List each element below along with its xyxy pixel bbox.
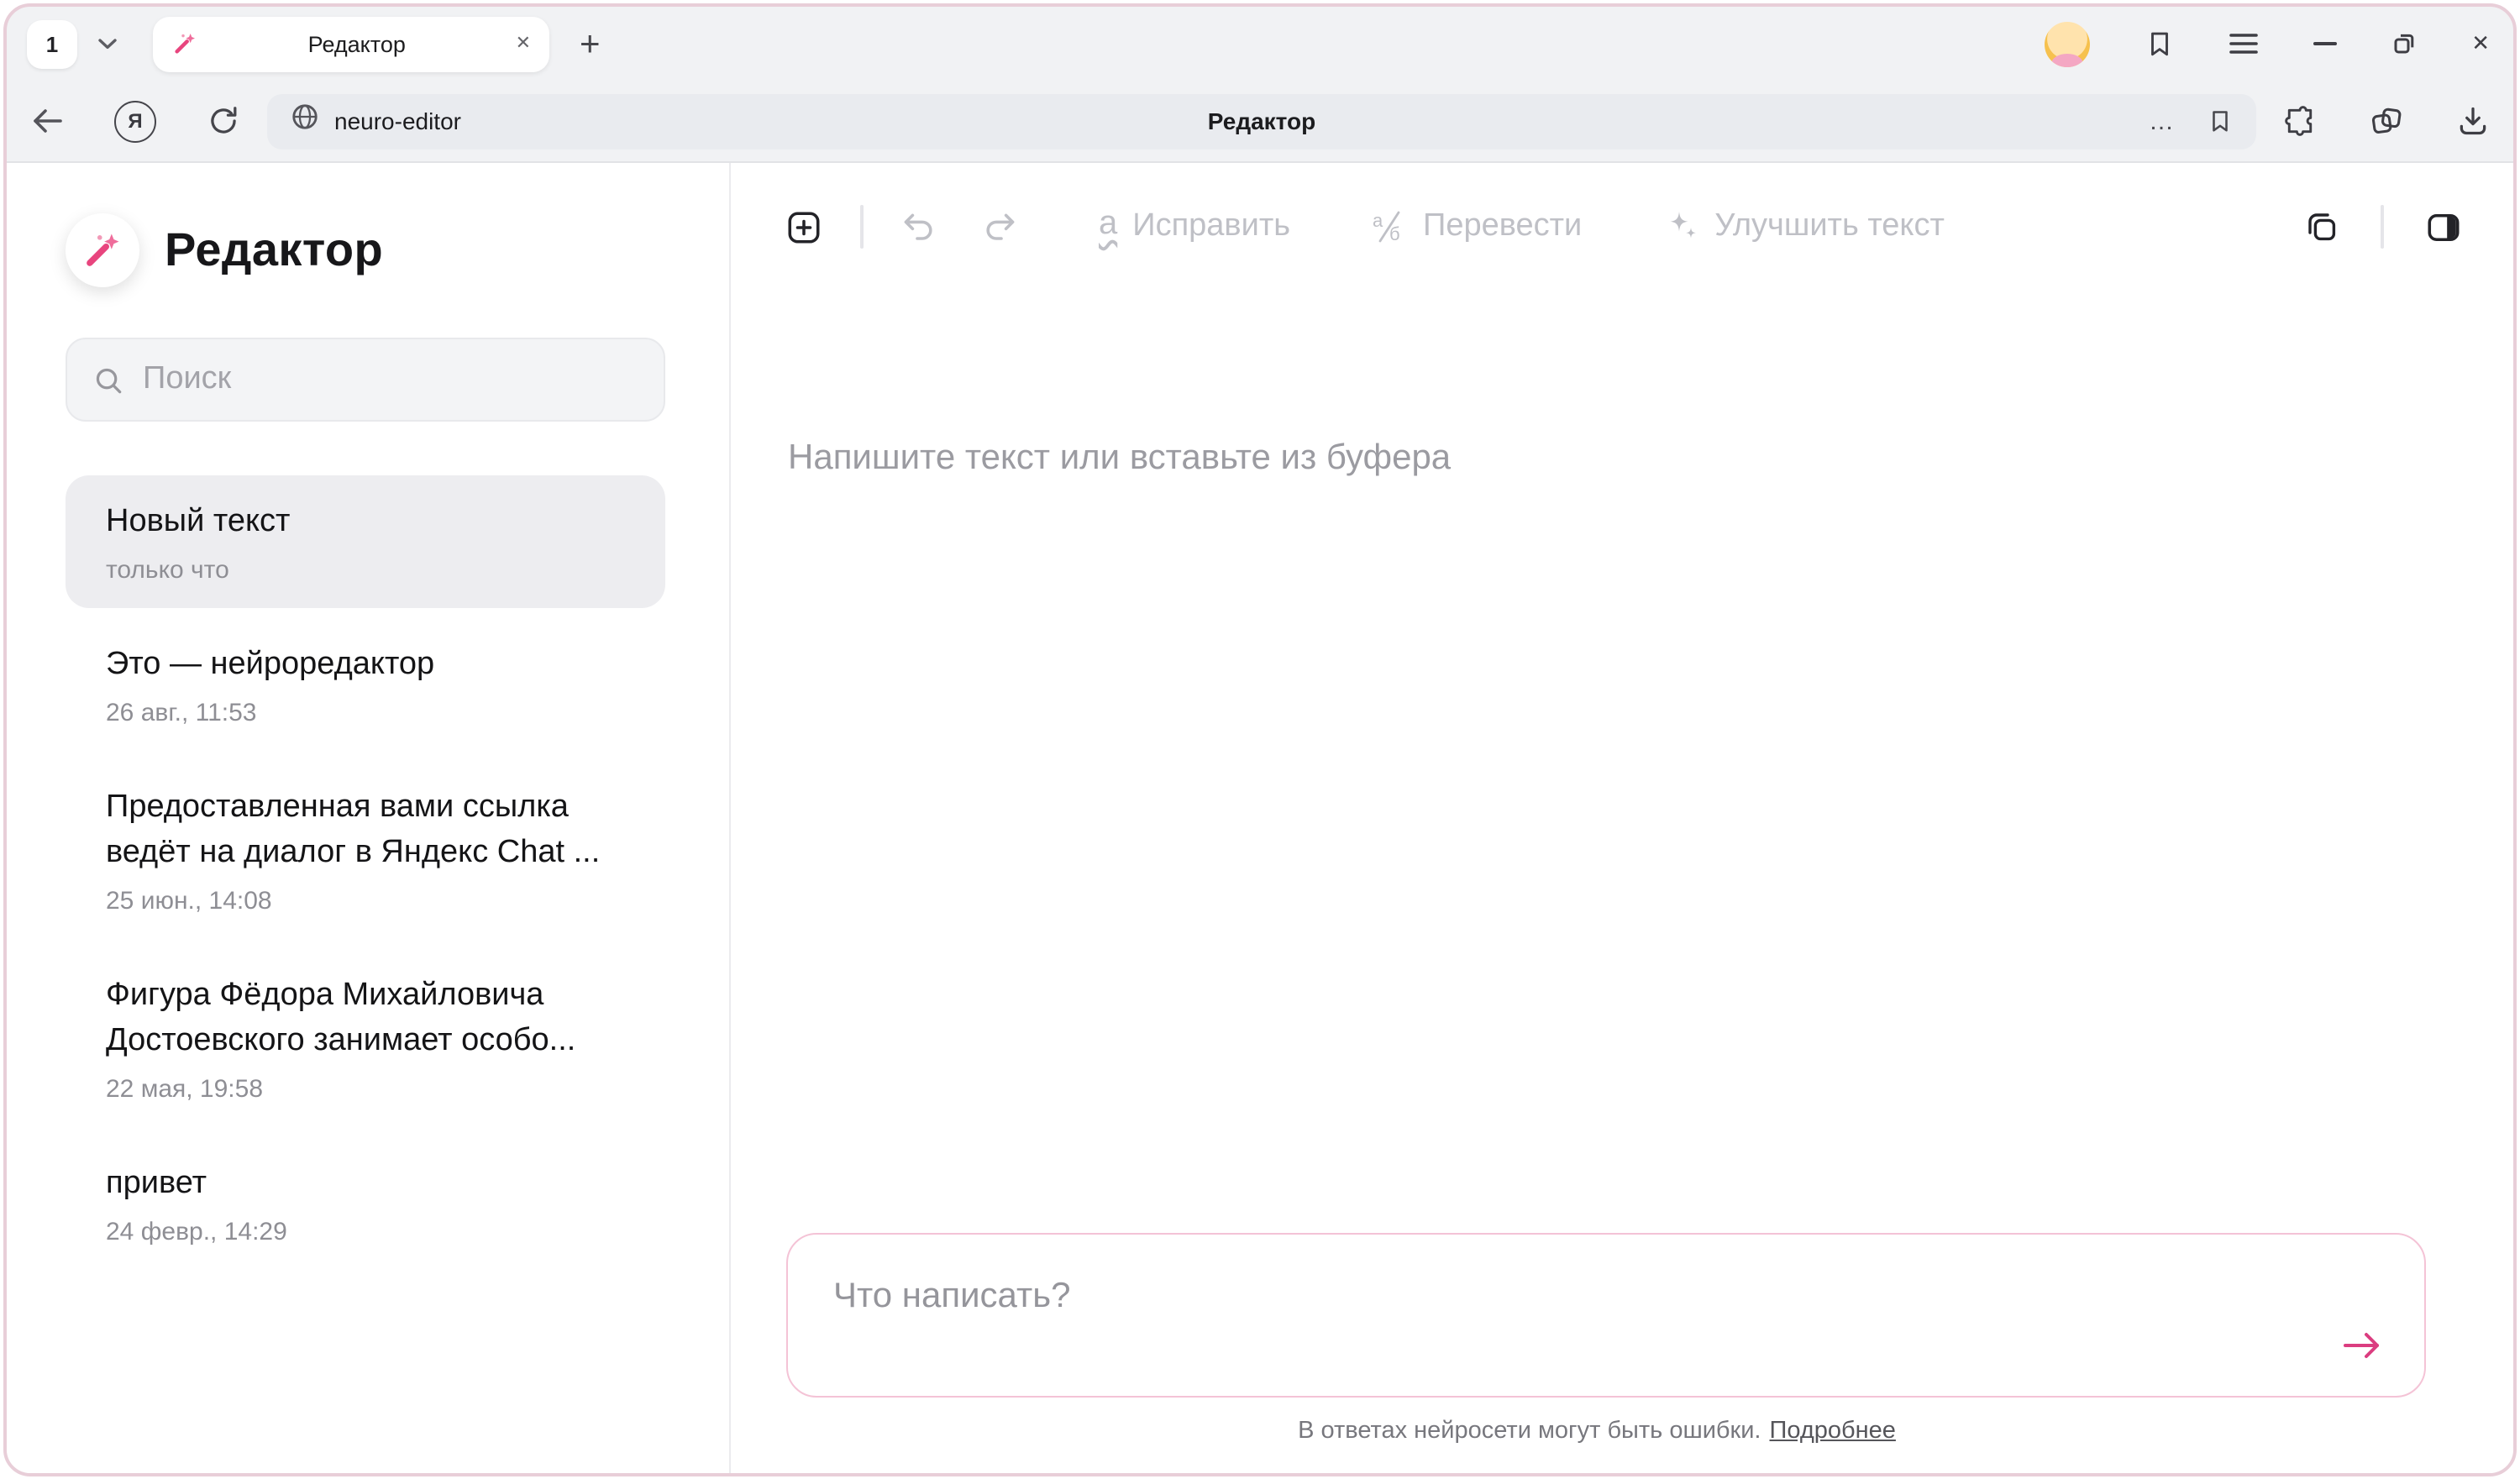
tab-favicon-wand-icon (171, 30, 198, 57)
ai-disclaimer: В ответах нейросети могут быть ошибки. По… (731, 1418, 2463, 1445)
prompt-input[interactable] (788, 1235, 2424, 1396)
doc-time: 24 февр., 14:29 (106, 1218, 625, 1246)
document-list: Новый текст только что Это — нейроредакт… (66, 475, 665, 1270)
improve-label: Улучшить текст (1714, 208, 1945, 245)
undo-icon[interactable] (900, 208, 937, 245)
app-title: Редактор (165, 223, 383, 277)
translate-button[interactable]: а б Перевести (1371, 208, 1582, 245)
doc-time: 22 мая, 19:58 (106, 1075, 625, 1104)
translate-icon: а б (1371, 208, 1408, 245)
improve-text-button[interactable]: Улучшить текст (1662, 208, 1945, 245)
profile-avatar[interactable] (2045, 21, 2090, 66)
nav-left-cluster: Я (30, 100, 240, 142)
doc-item-link-dialog[interactable]: Предоставленная вами ссылка ведёт на диа… (66, 761, 665, 939)
tab-counter-button[interactable]: 1 (27, 19, 77, 68)
search-icon (92, 364, 124, 396)
toolbar-divider (2381, 205, 2384, 249)
chevron-down-icon[interactable] (92, 29, 123, 59)
disclaimer-text: В ответах нейросети могут быть ошибки. (1298, 1418, 1761, 1445)
downloads-icon[interactable] (2456, 104, 2490, 138)
disclaimer-link[interactable]: Подробнее (1770, 1418, 1896, 1445)
window-close-button[interactable]: ✕ (2471, 30, 2490, 57)
window-minimize-button[interactable] (2313, 42, 2337, 45)
search-input[interactable] (143, 361, 638, 398)
browser-window: 1 Редактор ✕ + (3, 3, 2517, 1476)
address-page-title: Редактор (1208, 108, 1315, 134)
doc-item-dostoevsky[interactable]: Фигура Фёдора Михайловича Достоевского з… (66, 949, 665, 1127)
send-arrow-icon[interactable] (2337, 1320, 2387, 1371)
prompt-box (786, 1233, 2426, 1398)
site-favicon-icon (291, 102, 319, 139)
doc-title: Фигура Фёдора Михайловича Достоевского з… (106, 973, 625, 1063)
doc-title: Новый текст (106, 499, 625, 544)
doc-item-privet[interactable]: привет 24 февр., 14:29 (66, 1137, 665, 1270)
app-logo-wand-icon (66, 213, 139, 287)
tabstrip-right-cluster: ✕ (2045, 21, 2490, 66)
tab-close-icon[interactable]: ✕ (516, 34, 531, 53)
doc-time: 26 авг., 11:53 (106, 699, 625, 727)
bookmarks-panel-icon[interactable] (2145, 29, 2174, 59)
fix-label: Исправить (1132, 208, 1290, 245)
fix-icon: а (1099, 206, 1117, 248)
address-bar[interactable]: neuro-editor Редактор … (267, 93, 2256, 149)
doc-title: Предоставленная вами ссылка ведёт на диа… (106, 784, 625, 875)
editor-toolbar: а Исправить а б Перевести (785, 205, 2463, 249)
side-panel-toggle-icon[interactable] (2424, 207, 2463, 246)
collections-icon[interactable] (2369, 103, 2404, 139)
tab-title: Редактор (198, 31, 516, 56)
new-tab-button[interactable]: + (580, 26, 601, 61)
page-content: Редактор Новый текст только что Эт (7, 161, 2513, 1472)
address-domain: neuro-editor (334, 108, 461, 134)
translate-label: Перевести (1423, 208, 1582, 245)
refresh-icon[interactable] (207, 104, 240, 138)
extensions-puzzle-icon[interactable] (2283, 104, 2317, 138)
app-brand: Редактор (66, 213, 729, 287)
bookmark-icon[interactable] (2208, 108, 2233, 134)
nav-right-cluster (2283, 103, 2490, 139)
window-restore-button[interactable] (2392, 32, 2416, 55)
svg-text:а: а (1373, 210, 1383, 231)
documents-sidebar: Редактор Новый текст только что Эт (7, 163, 729, 1472)
doc-title: Это — нейроредактор (106, 642, 625, 687)
doc-time: только что (106, 556, 625, 585)
doc-item-neuroeditor[interactable]: Это — нейроредактор 26 авг., 11:53 (66, 618, 665, 751)
toolbar-divider (860, 205, 864, 249)
addressbar-right-cluster: … (2149, 107, 2233, 135)
redo-icon[interactable] (981, 208, 1018, 245)
tab-strip: 1 Редактор ✕ + (7, 7, 2513, 81)
search-box[interactable] (66, 338, 665, 422)
yandex-home-button[interactable]: Я (114, 100, 156, 142)
doc-item-new-text[interactable]: Новый текст только что (66, 475, 665, 608)
copy-icon[interactable] (2303, 208, 2340, 245)
editor-placeholder-text[interactable]: Напишите текст или вставьте из буфера (788, 438, 1451, 479)
viewport: 1 Редактор ✕ + (0, 0, 2520, 1479)
doc-title: привет (106, 1161, 625, 1206)
back-icon[interactable] (30, 108, 64, 134)
navigation-bar: Я neuro-editor Редактор (7, 81, 2513, 161)
editor-main: а Исправить а б Перевести (729, 163, 2513, 1472)
svg-text:б: б (1389, 223, 1400, 244)
more-options-icon[interactable]: … (2149, 107, 2176, 135)
new-document-icon[interactable] (785, 207, 823, 246)
fix-text-button[interactable]: а Исправить (1099, 206, 1290, 248)
tab-editor[interactable]: Редактор ✕ (153, 16, 549, 71)
sparkles-icon (1662, 208, 1699, 245)
doc-time: 25 июн., 14:08 (106, 887, 625, 915)
menu-hamburger-icon[interactable] (2229, 32, 2258, 55)
toolbar-right-cluster (2303, 205, 2463, 249)
